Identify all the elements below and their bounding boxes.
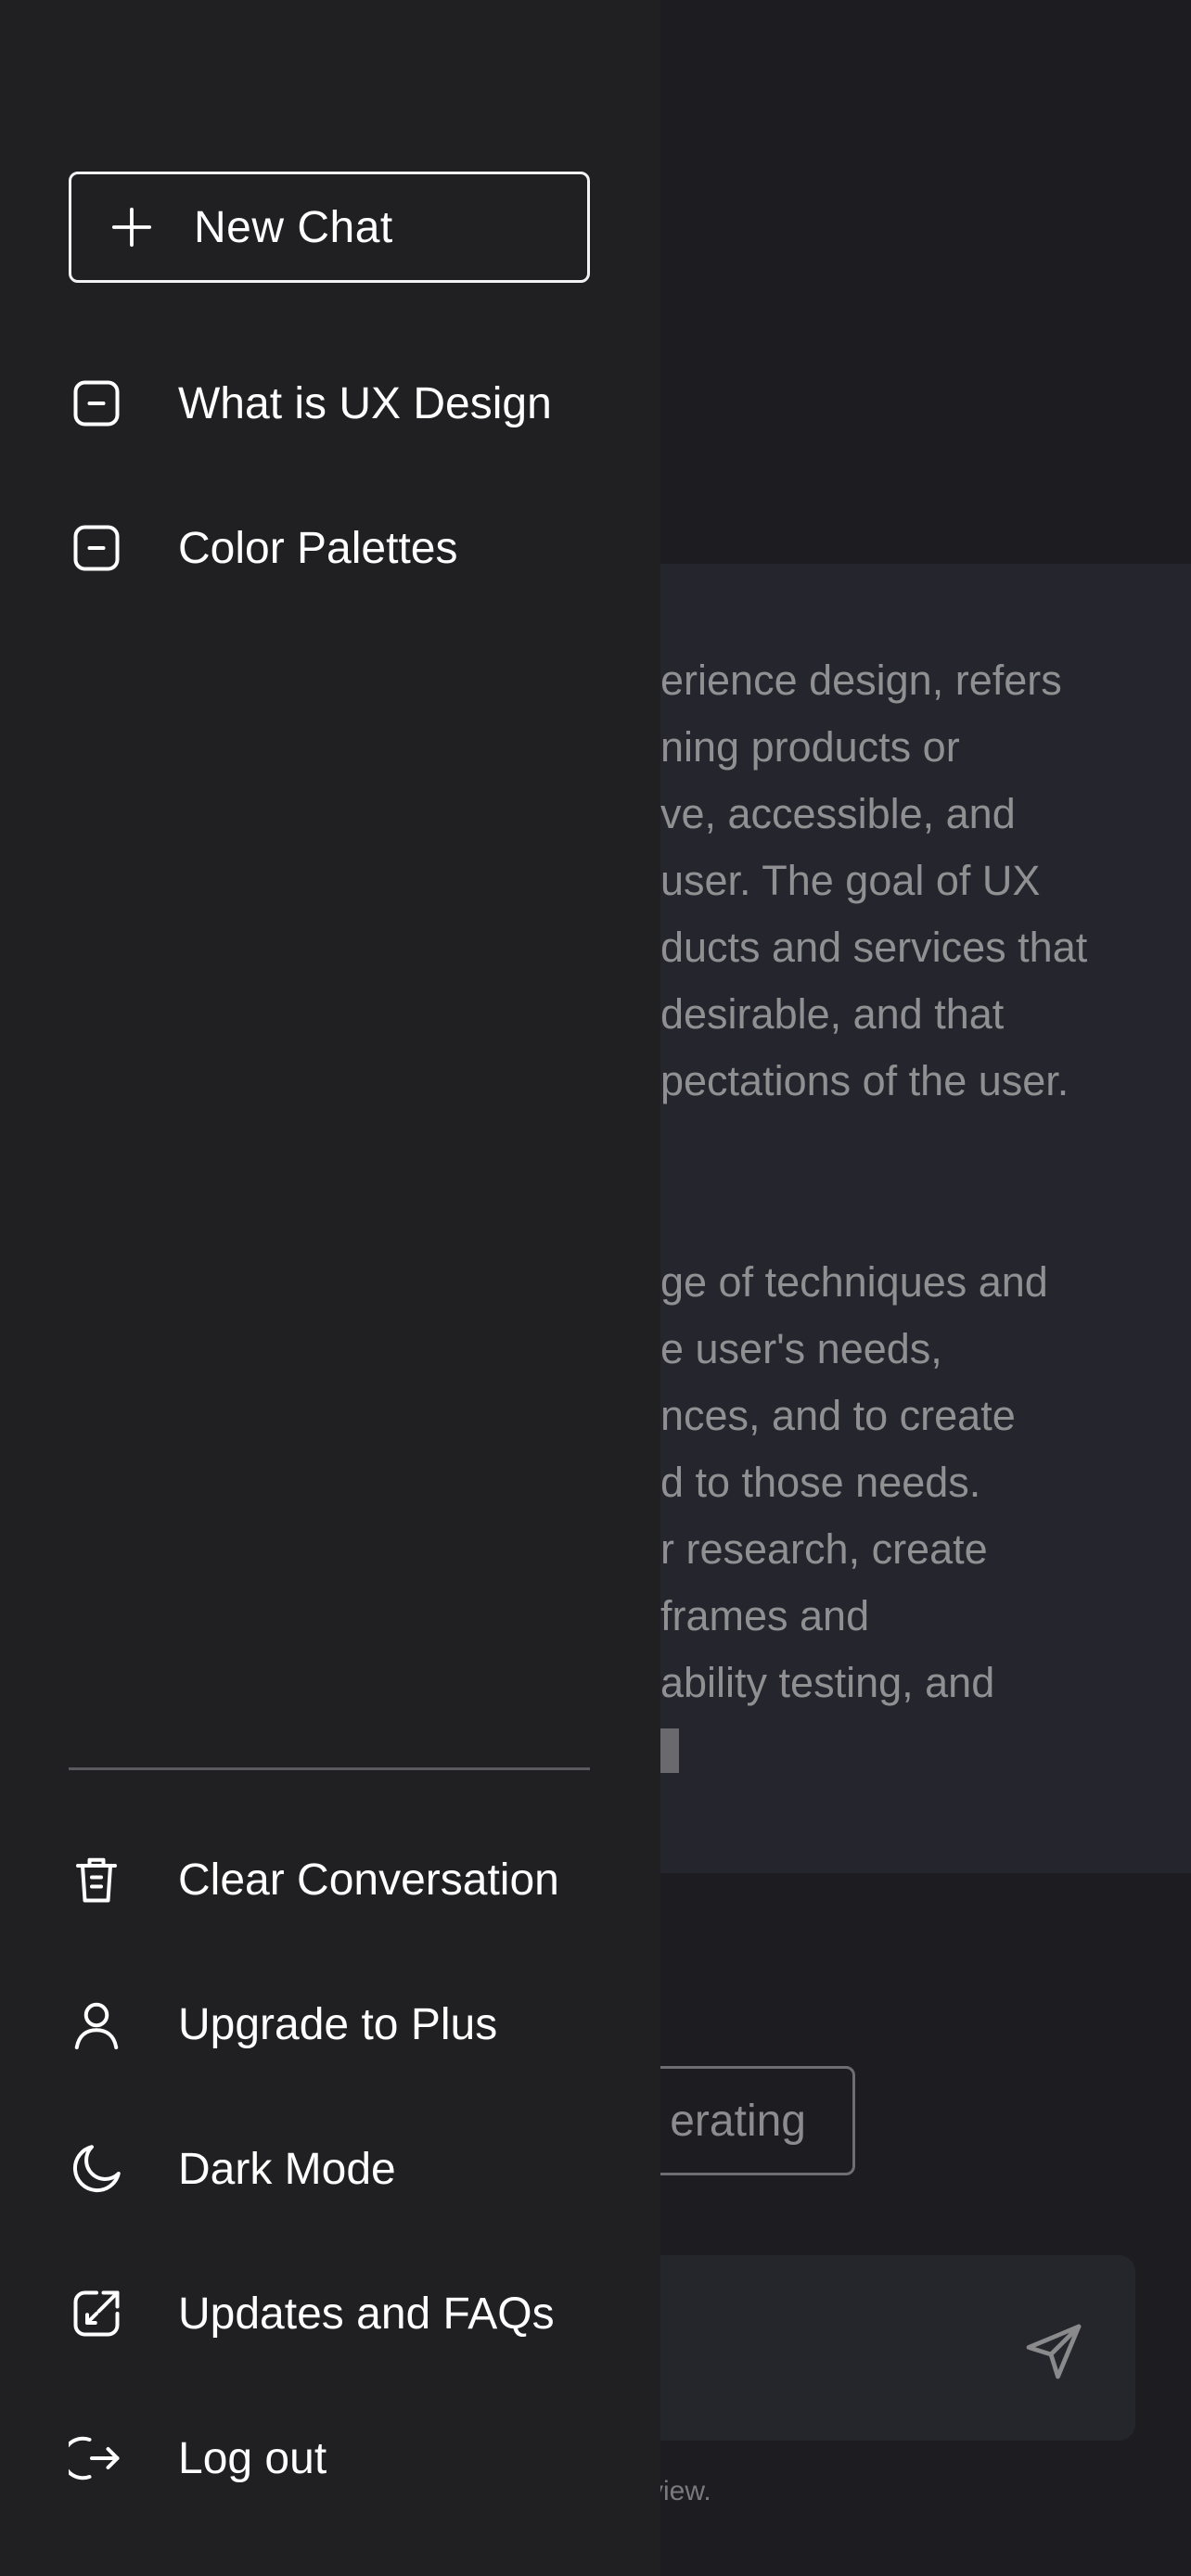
answer-line: r research, create [660, 1525, 988, 1573]
answer-line: ge of techniques and [660, 1258, 1048, 1306]
history-item-ux-design[interactable]: What is UX Design [69, 362, 625, 445]
history-item-label: What is UX Design [178, 378, 552, 428]
answer-line: e user's needs, [660, 1325, 942, 1372]
send-icon[interactable] [1020, 2318, 1087, 2385]
clear-conversation-button[interactable]: Clear Conversation [69, 1838, 625, 1921]
user-icon [69, 1987, 143, 2061]
message-square-icon [69, 366, 143, 440]
dark-mode-label: Dark Mode [178, 2144, 396, 2194]
answer-line: d to those needs. [660, 1459, 981, 1506]
divider [69, 1767, 590, 1770]
answer-line: pectations of the user. [660, 1057, 1069, 1104]
answer-line: ve, accessible, and [660, 790, 1016, 837]
logout-icon [69, 2421, 143, 2495]
side-drawer: New Chat What is UX Design Color Palette… [0, 0, 660, 2576]
dark-mode-toggle[interactable]: Dark Mode [69, 2127, 625, 2211]
log-out-button[interactable]: Log out [69, 2417, 625, 2500]
upgrade-label: Upgrade to Plus [178, 1999, 498, 2049]
answer-line: frames and [660, 1592, 870, 1639]
updates-faqs-link[interactable]: Updates and FAQs [69, 2272, 625, 2355]
answer-line: ducts and services that [660, 924, 1088, 971]
answer-line: erience design, refers [660, 657, 1062, 704]
answer-line: ability testing, and [660, 1659, 995, 1706]
upgrade-to-plus-button[interactable]: Upgrade to Plus [69, 1983, 625, 2066]
moon-icon [69, 2132, 143, 2206]
updates-faqs-label: Updates and FAQs [178, 2289, 555, 2339]
new-chat-label: New Chat [194, 202, 393, 252]
trash-icon [69, 1843, 143, 1917]
answer-line: nces, and to create [660, 1392, 1016, 1439]
log-out-label: Log out [178, 2433, 327, 2483]
answer-line: desirable, and that [660, 990, 1005, 1038]
external-link-icon [69, 2276, 143, 2351]
stop-generating-label: erating [670, 2096, 806, 2146]
plus-icon [111, 207, 152, 248]
clear-conversation-label: Clear Conversation [178, 1855, 559, 1905]
new-chat-button[interactable]: New Chat [69, 172, 590, 283]
typing-cursor [660, 1728, 679, 1773]
answer-line: user. The goal of UX [660, 857, 1041, 904]
answer-line: ning products or [660, 723, 960, 771]
message-square-icon [69, 511, 143, 585]
history-item-color-palettes[interactable]: Color Palettes [69, 506, 625, 590]
history-item-label: Color Palettes [178, 523, 458, 573]
